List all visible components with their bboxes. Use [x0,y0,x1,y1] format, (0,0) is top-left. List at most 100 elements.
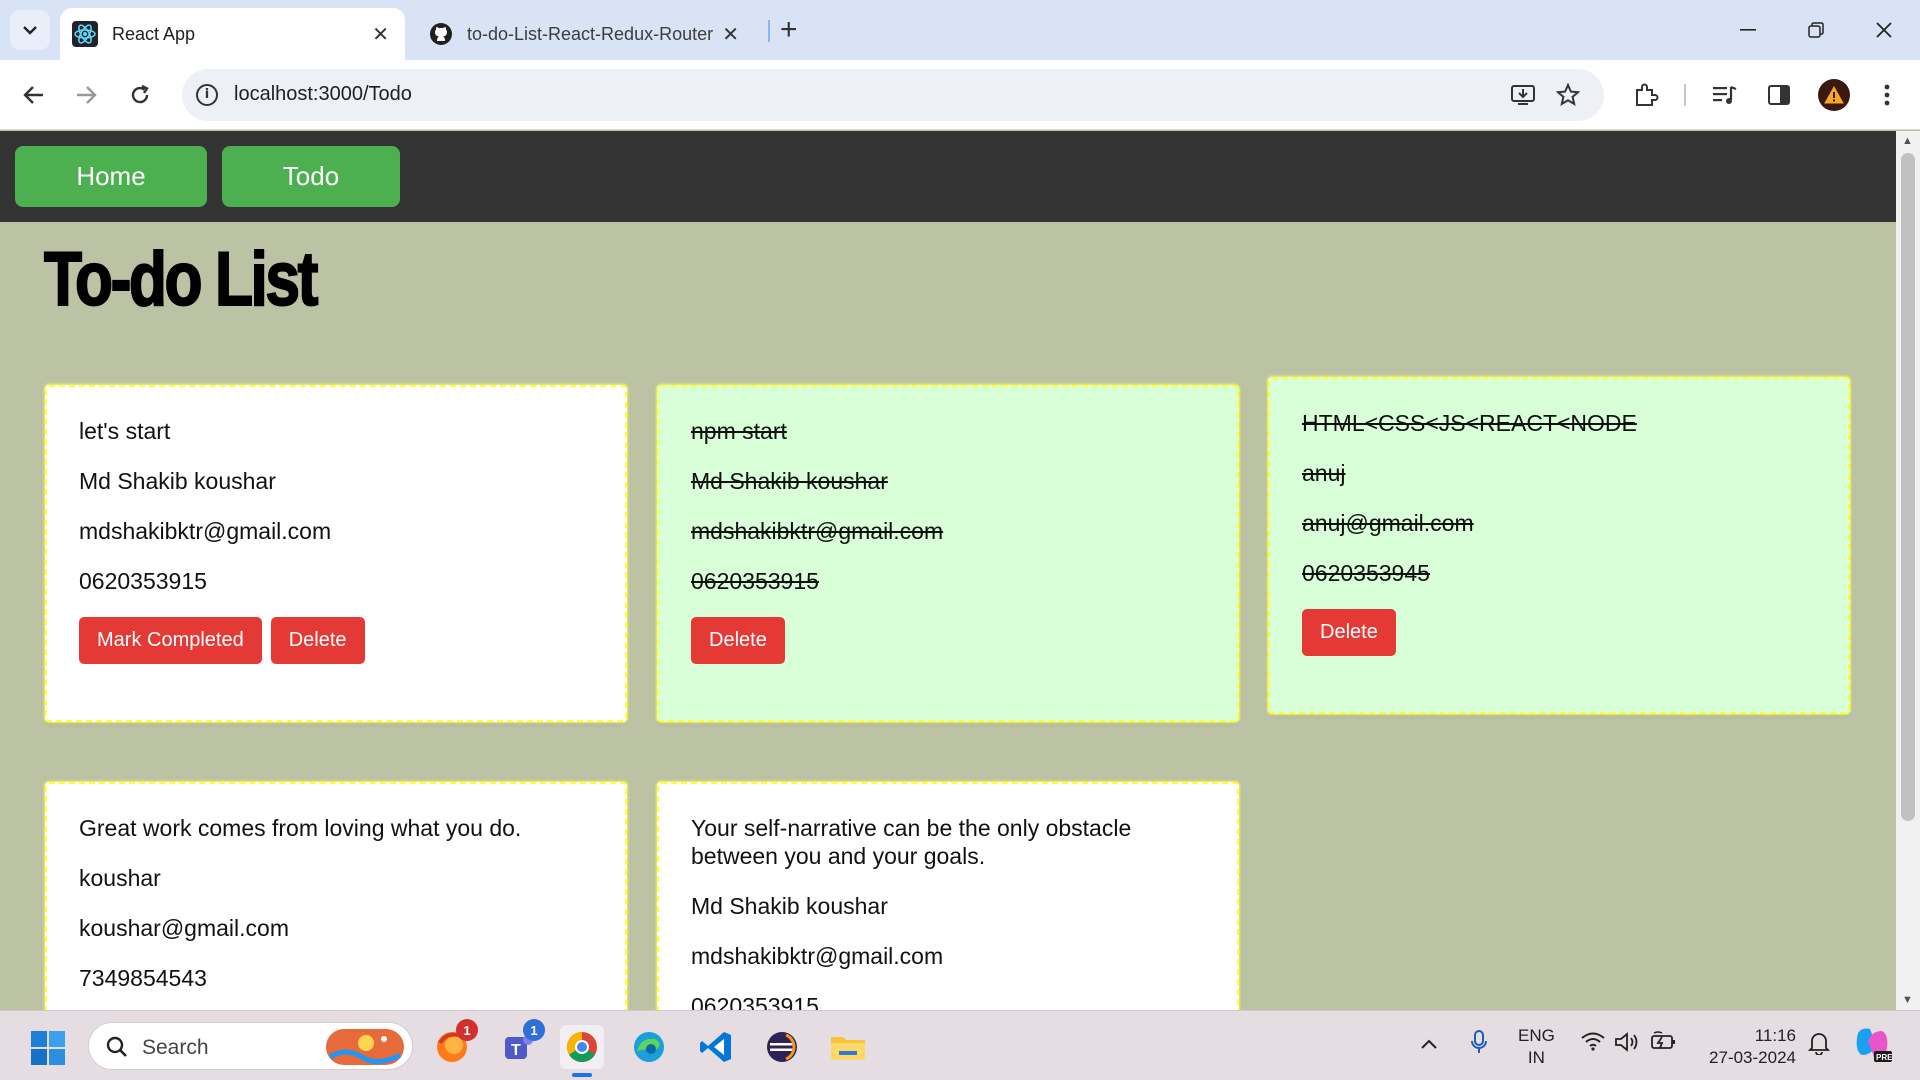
extensions-icon[interactable] [1627,76,1665,114]
warning-icon [1824,85,1844,104]
todo-email: mdshakibktr@gmail.com [79,518,332,544]
todo-phone: 0620353945 [1302,560,1430,586]
close-tab-icon[interactable]: ✕ [722,22,739,47]
notification-badge: 1 [456,1019,478,1041]
taskbar-app-eclipse[interactable] [760,1025,804,1069]
taskbar-app-firefox[interactable]: 1 [430,1019,478,1069]
side-panel-icon[interactable] [1760,76,1798,114]
page-title: To-do List [43,236,319,323]
folder-icon [831,1037,865,1060]
github-icon [430,23,452,45]
site-info-icon[interactable]: i [196,84,218,106]
delete-button[interactable]: Delete [1302,609,1396,656]
delete-button[interactable]: Delete [691,617,785,664]
minimize-icon [1740,29,1756,31]
todo-name: koushar [79,865,161,891]
scroll-down-icon[interactable]: ▼ [1902,994,1913,1006]
taskbar-app-chrome[interactable] [560,1025,604,1077]
close-tab-icon[interactable]: ✕ [372,22,389,47]
mark-completed-button[interactable]: Mark Completed [79,617,262,664]
todo-email: mdshakibktr@gmail.com [691,518,944,544]
browser-toolbar: i localhost:3000/Todo [0,60,1920,130]
clock-date: 27-03-2024 [1709,1048,1796,1067]
close-window-button[interactable] [1864,10,1904,50]
new-tab-button[interactable]: + [780,12,798,48]
show-hidden-icons-button[interactable] [1420,1033,1438,1056]
todo-name: Md Shakib koushar [691,468,888,494]
profile-avatar[interactable] [1818,79,1850,111]
arrow-left-icon [23,86,43,104]
scrollbar-thumb[interactable] [1901,153,1915,821]
search-highlight-image [326,1029,404,1065]
language-region: IN [1527,1048,1545,1067]
wifi-icon[interactable] [1580,1031,1606,1057]
arrow-right-icon [77,86,97,104]
nav-home-link[interactable]: Home [15,146,207,207]
restore-button[interactable] [1796,10,1836,50]
todo-text: Great work comes from loving what you do… [79,815,522,841]
media-controls-icon[interactable] [1706,76,1744,114]
active-indicator [572,1073,592,1077]
todo-name: Md Shakib koushar [691,893,888,919]
browser-tab-strip: React App ✕ to-do-List-React-Redux-Route… [0,0,1920,60]
todo-text: let's start [79,418,171,444]
edge-icon [634,1032,664,1062]
windows-taskbar: Search 1 T 1 ENG IN 11:16 27-03-2024 PRE [0,1010,1920,1080]
tab-title: React App [112,23,196,44]
language-code: ENG [1518,1026,1555,1045]
todo-card: Your self-narrative can be the only obst… [657,782,1239,1010]
todo-text: npm start [691,418,787,444]
page-scrollbar[interactable]: ▲ ▼ [1896,131,1920,1010]
notifications-bell-icon[interactable] [1807,1031,1831,1061]
scroll-up-icon[interactable]: ▲ [1902,135,1913,147]
todo-email: koushar@gmail.com [79,915,289,941]
tab-github[interactable]: to-do-List-React-Redux-Router ✕ [415,8,755,60]
todo-text: HTML<CSS<JS<REACT<NODE [1302,410,1637,436]
todo-phone: 0620353915 [691,993,819,1010]
app-navbar: Home Todo [0,131,1896,222]
taskbar-app-vscode[interactable] [694,1025,738,1069]
minimize-button[interactable] [1728,10,1768,50]
svg-text:T: T [511,1042,521,1059]
battery-icon[interactable] [1650,1031,1678,1057]
taskbar-app-teams[interactable]: T 1 [497,1019,545,1069]
address-bar[interactable]: i localhost:3000/Todo [182,69,1604,121]
copilot-icon[interactable]: PRE [1852,1025,1893,1069]
page-viewport: Home Todo To-do List let's start Md Shak… [0,131,1896,1010]
todo-name: Md Shakib koushar [79,468,276,494]
close-icon [1876,22,1892,38]
todo-email: anuj@gmail.com [1302,510,1474,536]
microphone-icon[interactable] [1470,1029,1488,1061]
system-clock[interactable]: 11:16 27-03-2024 [1700,1025,1796,1069]
chevron-down-icon [23,26,37,35]
tab-search-button[interactable] [10,10,50,50]
url-text[interactable]: localhost:3000/Todo [234,83,412,106]
taskbar-app-edge[interactable] [627,1025,671,1069]
start-button[interactable] [28,1028,68,1068]
todo-card-completed: npm start Md Shakib koushar mdshakibktr@… [657,385,1239,722]
install-app-icon[interactable] [1504,76,1542,114]
clock-time: 11:16 [1754,1026,1796,1045]
taskbar-app-file-explorer[interactable] [826,1025,870,1069]
delete-button[interactable]: Delete [270,617,365,664]
bookmark-star-icon[interactable] [1549,76,1587,114]
reload-button[interactable] [120,75,160,115]
toolbar-divider [1684,84,1686,106]
search-placeholder: Search [142,1036,209,1059]
reload-icon [131,84,149,104]
todo-name: anuj [1302,460,1346,486]
search-icon [106,1036,127,1057]
taskbar-search[interactable]: Search [88,1022,413,1070]
nav-todo-link[interactable]: Todo [222,146,400,207]
menu-kebab-icon[interactable] [1868,76,1906,114]
tab-react-app[interactable]: React App ✕ [60,8,405,60]
eclipse-icon [767,1032,797,1062]
input-language-indicator[interactable]: ENG IN [1518,1025,1555,1069]
todo-phone: 7349854543 [79,965,207,991]
todo-card: Great work comes from loving what you do… [45,782,627,1010]
windows-logo-icon [31,1031,65,1065]
volume-icon[interactable] [1614,1031,1640,1059]
forward-button[interactable] [66,75,106,115]
todo-email: mdshakibktr@gmail.com [691,943,944,969]
back-button[interactable] [14,75,54,115]
